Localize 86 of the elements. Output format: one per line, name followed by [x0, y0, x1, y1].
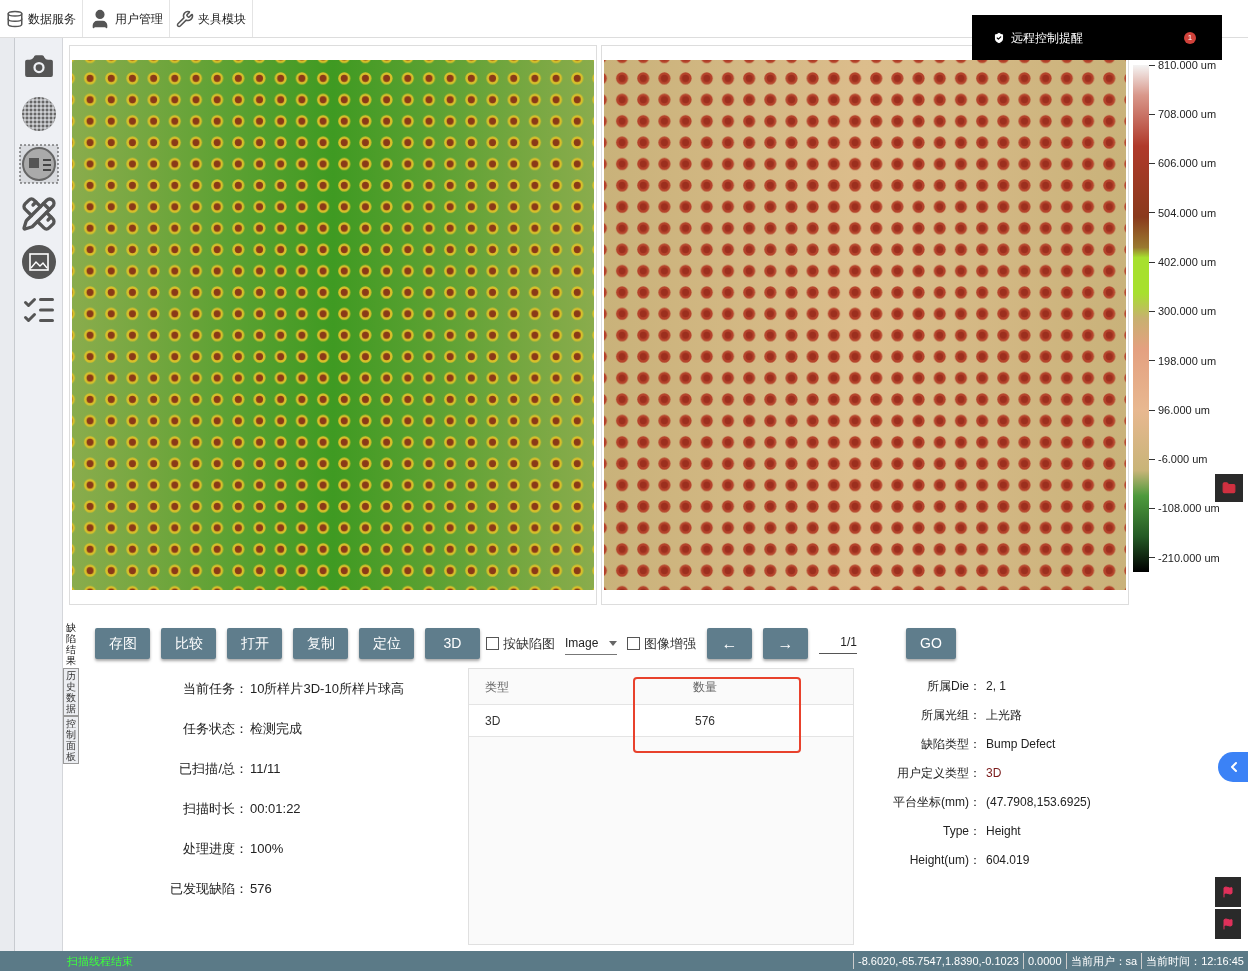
- toolbar-button[interactable]: 数据服务: [0, 0, 83, 37]
- info-value: 2, 1: [986, 677, 1006, 695]
- info-value: 检测完成: [250, 719, 302, 738]
- action-button[interactable]: 打开: [227, 628, 282, 659]
- info-label: 缺陷类型：: [920, 735, 981, 753]
- side-tab[interactable]: 控制面板: [63, 716, 79, 764]
- side-tab[interactable]: 历史数据: [63, 668, 79, 716]
- flag-button[interactable]: [1215, 877, 1241, 907]
- action-button[interactable]: 存图: [95, 628, 150, 659]
- info-label: 所属光组：: [920, 706, 981, 724]
- info-label: 处理进度：: [182, 839, 248, 858]
- flag-icon: [1222, 886, 1234, 898]
- info-label: 任务状态：: [182, 719, 248, 738]
- action-button[interactable]: 比较: [161, 628, 216, 659]
- flag-button[interactable]: [1215, 909, 1241, 939]
- scale-tick-label: 708.000 um: [1158, 107, 1217, 123]
- info-label: 平台坐标(mm)：: [892, 793, 981, 811]
- table-cell-text: 3D: [484, 712, 502, 730]
- info-value: 00:01:22: [250, 799, 301, 818]
- table-row[interactable]: 3D 576: [469, 705, 853, 737]
- info-label: 所属Die：: [926, 677, 981, 695]
- info-value: 10所样片3D-10所样片球高: [250, 679, 404, 698]
- scale-tick-label: 96.000 um: [1158, 402, 1210, 418]
- notification-banner[interactable]: 远程控制提醒 1: [972, 15, 1222, 60]
- folder-icon: [1222, 481, 1236, 495]
- status-time: 当前时间：12:16:45: [1141, 952, 1248, 970]
- status-value: 0.0000: [1022, 952, 1066, 970]
- database-icon: [6, 9, 24, 28]
- column-header: 数量: [692, 678, 718, 696]
- wafer-list-icon[interactable]: [18, 144, 59, 184]
- checkbox-label: 按缺陷图: [503, 634, 555, 653]
- table-cell-text: 576: [694, 712, 716, 730]
- info-label: 已扫描/总：: [178, 759, 248, 778]
- status-message: 扫描线程结束: [67, 953, 134, 969]
- info-value: 576: [250, 879, 272, 898]
- status-coordinates: -8.6020,-65.7547,1.8390,-0.1023: [853, 952, 1023, 970]
- previous-button[interactable]: ←: [707, 628, 752, 659]
- image-circle-icon[interactable]: [20, 244, 57, 280]
- info-value: Height: [986, 822, 1021, 840]
- next-button[interactable]: →: [763, 628, 808, 659]
- scale-tick-label: 402.000 um: [1158, 254, 1217, 270]
- toolbar-button[interactable]: 用户管理: [83, 0, 170, 37]
- flag-icon: [1222, 918, 1234, 930]
- info-value: (47.7908,153.6925): [986, 793, 1091, 811]
- toolbar-button[interactable]: 夹具模块: [170, 0, 253, 37]
- checkbox[interactable]: [627, 637, 640, 650]
- scale-tick-label: 606.000 um: [1158, 156, 1217, 172]
- info-value: Bump Defect: [986, 735, 1056, 753]
- notification-title: 远程控制提醒: [1011, 29, 1084, 47]
- column-header: 类型: [484, 678, 510, 696]
- scale-tick-label: -210.000 um: [1158, 550, 1220, 566]
- info-label: Height(um)：: [908, 851, 981, 869]
- info-value: 604.019: [986, 851, 1030, 869]
- go-button[interactable]: GO: [906, 628, 956, 659]
- action-button[interactable]: 复制: [293, 628, 348, 659]
- scale-tick-label: 504.000 um: [1158, 205, 1217, 221]
- info-value: 11/11: [250, 759, 281, 778]
- scale-tick-label: -108.000 um: [1158, 501, 1220, 517]
- info-value: 上光路: [986, 706, 1022, 724]
- checkbox[interactable]: [486, 637, 499, 650]
- view-dropdown[interactable]: Image: [565, 632, 617, 655]
- info-label: 已发现缺陷：: [169, 879, 248, 898]
- action-button[interactable]: 3D: [425, 628, 480, 659]
- page-field[interactable]: 1/1: [819, 633, 857, 654]
- checkbox-label: 图像增强: [644, 634, 696, 653]
- scale-tick-label: 300.000 um: [1158, 304, 1217, 320]
- info-label: Type：: [942, 822, 981, 840]
- info-label: 当前任务：: [182, 679, 248, 698]
- status-user: 当前用户：sa: [1065, 952, 1142, 970]
- scale-tick-label: 810.000 um: [1158, 57, 1217, 73]
- caret-icon: [609, 640, 617, 646]
- info-value: 100%: [250, 839, 284, 858]
- side-tab[interactable]: 缺陷结果: [63, 620, 79, 668]
- wrench-icon: [176, 9, 194, 28]
- collapse-button[interactable]: [1218, 752, 1248, 782]
- notification-count: 1: [1184, 31, 1196, 44]
- info-label: 扫描时长：: [182, 799, 248, 818]
- folder-button[interactable]: [1215, 474, 1243, 502]
- action-button[interactable]: 定位: [359, 628, 414, 659]
- info-label: 用户定义类型：: [896, 764, 981, 782]
- scale-tick-label: -6.000 um: [1158, 452, 1208, 468]
- grid-circle-icon[interactable]: [20, 96, 57, 132]
- shield-icon: [992, 30, 1006, 45]
- ruler-pencil-icon[interactable]: [20, 196, 57, 232]
- scale-tick-label: 198.000 um: [1158, 353, 1217, 369]
- info-value: 3D: [986, 764, 1002, 782]
